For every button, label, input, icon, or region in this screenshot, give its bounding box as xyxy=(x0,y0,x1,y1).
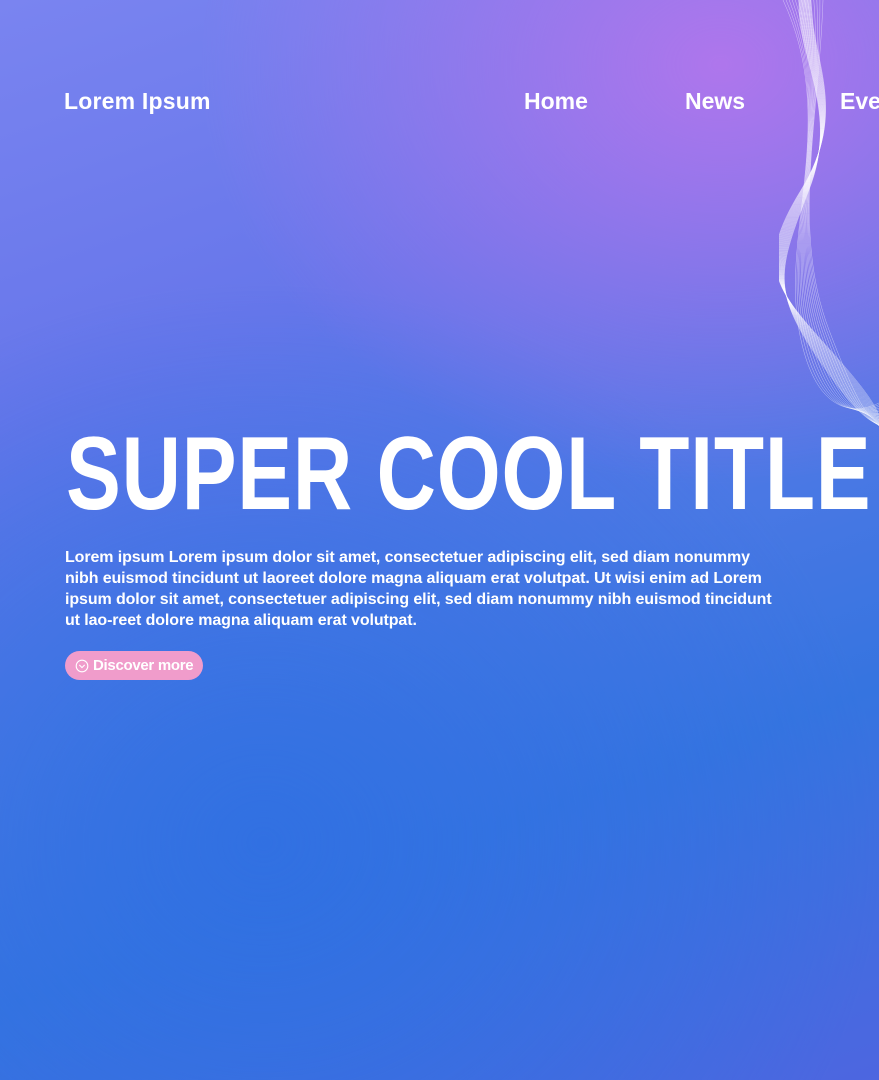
nav-link-news[interactable]: News xyxy=(685,88,745,115)
decorative-wave-lines xyxy=(779,0,879,426)
nav-link-events[interactable]: Events xyxy=(840,88,879,115)
brand-logo-text[interactable]: Lorem Ipsum xyxy=(64,88,211,115)
hero-title: SUPER COOL TITLE xyxy=(66,416,872,532)
discover-more-label: Discover more xyxy=(93,657,194,674)
nav-link-home[interactable]: Home xyxy=(524,88,588,115)
chevron-down-circle-icon xyxy=(75,659,89,673)
discover-more-button[interactable]: Discover more xyxy=(65,651,203,680)
hero-description: Lorem ipsum Lorem ipsum dolor sit amet, … xyxy=(65,549,772,629)
